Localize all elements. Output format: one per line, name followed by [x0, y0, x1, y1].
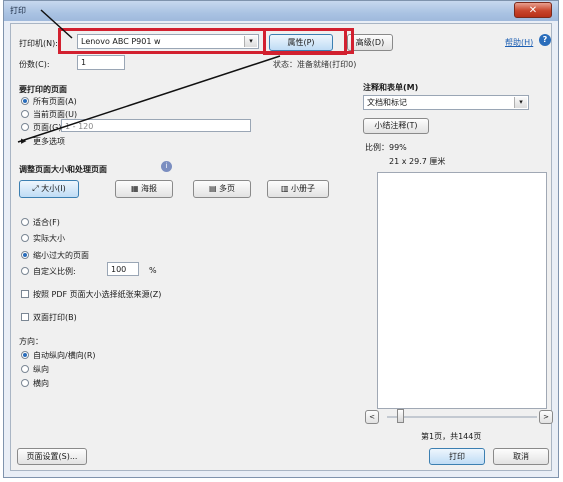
- annotation-arrow: [17, 55, 281, 143]
- annotation-arrow: [40, 9, 73, 39]
- annotation-arrows: [17, 9, 281, 143]
